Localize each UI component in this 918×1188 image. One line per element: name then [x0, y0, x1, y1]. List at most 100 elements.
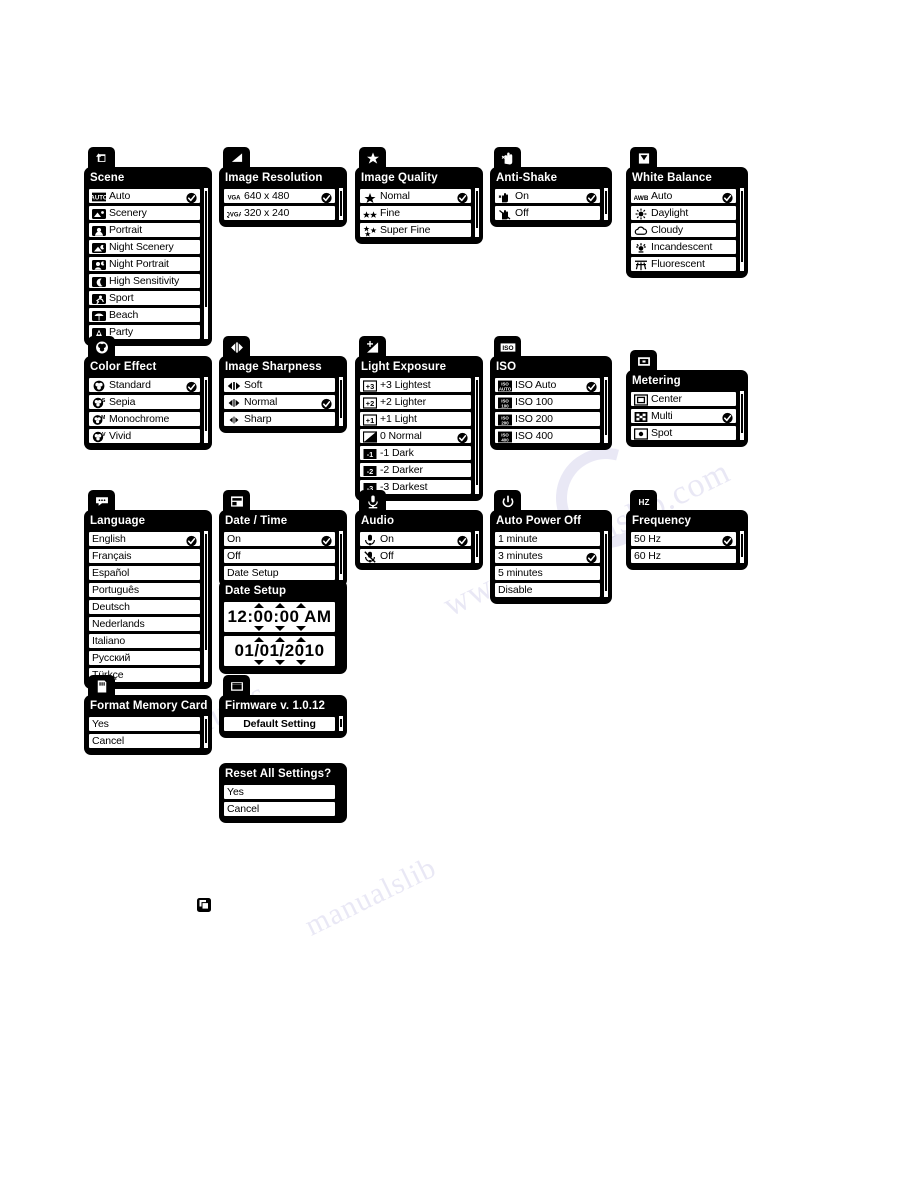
scrollbar-color-effect[interactable] — [203, 376, 209, 444]
menu-item-scene-0[interactable]: AUTOAuto — [88, 188, 201, 204]
scrollbar-firmware[interactable] — [338, 715, 344, 732]
menu-item-language-2[interactable]: Español — [88, 565, 201, 581]
menu-item-white-balance-0[interactable]: AWB Auto — [630, 188, 737, 204]
scrollbar-audio[interactable] — [474, 530, 480, 564]
menu-item-iso-2[interactable]: ISO 200 ISO 200 — [494, 411, 601, 427]
scrollbar-image-sharpness[interactable] — [338, 376, 344, 427]
menu-item-light-exposure-4[interactable]: -1 -1 Dark — [359, 445, 472, 461]
menu-item-image-resolution-1[interactable]: QVGA320 x 240 — [223, 205, 336, 221]
menu-item-image-quality-1[interactable]: Fine — [359, 205, 472, 221]
scrollbar-thumb[interactable] — [340, 719, 342, 727]
menu-item-format-memory-card-1[interactable]: Cancel — [88, 733, 201, 749]
menu-item-date-time-0[interactable]: On — [223, 531, 336, 547]
scrollbar-thumb[interactable] — [205, 719, 207, 743]
menu-item-reset-all-settings-1[interactable]: Cancel — [223, 801, 336, 817]
scrollbar-thumb[interactable] — [605, 534, 607, 591]
menu-item-color-effect-2[interactable]: M Monochrome — [88, 411, 201, 427]
menu-item-light-exposure-5[interactable]: -2 -2 Darker — [359, 462, 472, 478]
menu-item-metering-1[interactable]: Multi — [630, 408, 737, 424]
menu-item-image-quality-0[interactable]: Nomal — [359, 188, 472, 204]
menu-item-image-sharpness-1[interactable]: Normal — [223, 394, 336, 410]
menu-item-image-sharpness-2[interactable]: Sharp — [223, 411, 336, 427]
arrow-up-icon[interactable] — [295, 637, 306, 642]
menu-item-image-quality-2[interactable]: Super Fine — [359, 222, 472, 238]
menu-item-frequency-0[interactable]: 50 Hz — [630, 531, 737, 547]
arrow-up-icon[interactable] — [295, 603, 306, 608]
scrollbar-thumb[interactable] — [340, 191, 342, 216]
menu-item-anti-shake-1[interactable]: Off — [494, 205, 601, 221]
scrollbar-image-quality[interactable] — [474, 187, 480, 238]
menu-item-language-4[interactable]: Deutsch — [88, 599, 201, 615]
arrow-up-icon[interactable] — [253, 603, 264, 608]
menu-item-light-exposure-2[interactable]: +1 +1 Light — [359, 411, 472, 427]
scrollbar-thumb[interactable] — [476, 191, 478, 228]
menu-item-auto-power-off-1[interactable]: 3 minutes — [494, 548, 601, 564]
menu-item-scene-1[interactable]: Scenery — [88, 205, 201, 221]
scrollbar-thumb[interactable] — [340, 380, 342, 418]
menu-item-auto-power-off-3[interactable]: Disable — [494, 582, 601, 598]
menu-item-language-7[interactable]: Русский — [88, 650, 201, 666]
menu-item-date-time-2[interactable]: Date Setup — [223, 565, 336, 581]
scrollbar-thumb[interactable] — [340, 534, 342, 574]
arrow-down-icon[interactable] — [295, 626, 306, 631]
menu-item-white-balance-3[interactable]: Incandescent — [630, 239, 737, 255]
menu-item-light-exposure-0[interactable]: +3 +3 Lightest — [359, 377, 472, 393]
menu-item-color-effect-1[interactable]: S Sepia — [88, 394, 201, 410]
menu-item-scene-2[interactable]: Portrait — [88, 222, 201, 238]
menu-item-white-balance-2[interactable]: Cloudy — [630, 222, 737, 238]
scrollbar-thumb[interactable] — [605, 380, 607, 435]
menu-item-metering-2[interactable]: Spot — [630, 425, 737, 441]
scrollbar-thumb[interactable] — [605, 191, 607, 214]
scrollbar-image-resolution[interactable] — [338, 187, 344, 221]
menu-item-light-exposure-1[interactable]: +2 +2 Lighter — [359, 394, 472, 410]
arrow-down-icon[interactable] — [253, 626, 264, 631]
menu-item-color-effect-0[interactable]: Standard — [88, 377, 201, 393]
menu-item-language-3[interactable]: Português — [88, 582, 201, 598]
arrow-up-icon[interactable] — [274, 603, 285, 608]
scrollbar-iso[interactable] — [603, 376, 609, 444]
scrollbar-metering[interactable] — [739, 390, 745, 441]
menu-item-scene-6[interactable]: Sport — [88, 290, 201, 306]
menu-item-iso-1[interactable]: ISO 100 ISO 100 — [494, 394, 601, 410]
arrow-down-icon[interactable] — [274, 660, 285, 665]
scrollbar-thumb[interactable] — [476, 534, 478, 557]
scrollbar-scene[interactable] — [203, 187, 209, 340]
menu-item-iso-0[interactable]: ISO AUTO ISO Auto — [494, 377, 601, 393]
menu-item-language-1[interactable]: Français — [88, 548, 201, 564]
menu-item-frequency-1[interactable]: 60 Hz — [630, 548, 737, 564]
menu-item-white-balance-4[interactable]: Fluorescent — [630, 256, 737, 272]
arrow-up-icon[interactable] — [253, 637, 264, 642]
menu-item-language-0[interactable]: English — [88, 531, 201, 547]
menu-item-color-effect-3[interactable]: V Vivid — [88, 428, 201, 444]
arrow-down-icon[interactable] — [274, 626, 285, 631]
scrollbar-thumb[interactable] — [741, 191, 743, 262]
menu-item-language-5[interactable]: Nederlands — [88, 616, 201, 632]
menu-item-image-sharpness-0[interactable]: Soft — [223, 377, 336, 393]
menu-item-image-resolution-0[interactable]: VGA 640 x 480 — [223, 188, 336, 204]
scrollbar-thumb[interactable] — [205, 534, 207, 650]
menu-item-iso-3[interactable]: ISO 400 ISO 400 — [494, 428, 601, 444]
menu-item-scene-3[interactable]: Night Scenery — [88, 239, 201, 255]
menu-item-anti-shake-0[interactable]: On — [494, 188, 601, 204]
scrollbar-date-time[interactable] — [338, 530, 344, 581]
scrollbar-frequency[interactable] — [739, 530, 745, 564]
scrollbar-anti-shake[interactable] — [603, 187, 609, 221]
scrollbar-language[interactable] — [203, 530, 209, 683]
arrow-down-icon[interactable] — [253, 660, 264, 665]
scrollbar-thumb[interactable] — [741, 534, 743, 557]
date-field[interactable]: 01/01/2010 — [223, 635, 336, 667]
scrollbar-thumb[interactable] — [741, 394, 743, 433]
menu-item-light-exposure-3[interactable]: 0 Normal — [359, 428, 472, 444]
scrollbar-light-exposure[interactable] — [474, 376, 480, 495]
scrollbar-auto-power-off[interactable] — [603, 530, 609, 598]
scrollbar-thumb[interactable] — [205, 191, 207, 307]
scrollbar-thumb[interactable] — [205, 380, 207, 431]
menu-item-scene-4[interactable]: Night Portrait — [88, 256, 201, 272]
menu-item-language-6[interactable]: Italiano — [88, 633, 201, 649]
arrow-down-icon[interactable] — [295, 660, 306, 665]
menu-item-scene-5[interactable]: High Sensitivity — [88, 273, 201, 289]
menu-item-metering-0[interactable]: Center — [630, 391, 737, 407]
time-field[interactable]: 12:00:00 AM — [223, 601, 336, 633]
scrollbar-format-memory-card[interactable] — [203, 715, 209, 749]
menu-item-reset-all-settings-0[interactable]: Yes — [223, 784, 336, 800]
